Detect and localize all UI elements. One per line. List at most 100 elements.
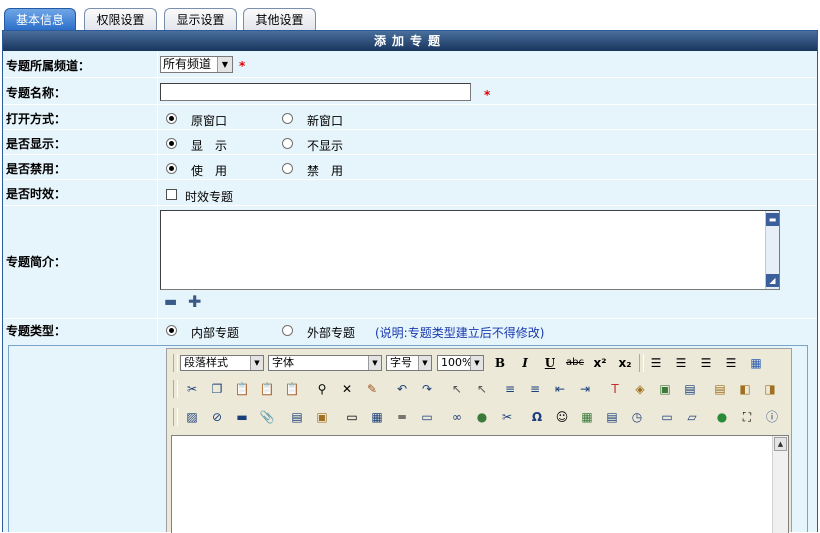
globe-icon[interactable]: ● — [711, 407, 733, 427]
display-show-label: 显 示 — [191, 139, 228, 153]
rich-text-editor: 段落样式 ▼ 字体 ▼ 字号 ▼ 100% ▼ B I U abc x² x₂ … — [166, 348, 792, 533]
type-external-radio[interactable] — [282, 325, 293, 336]
zoom-select[interactable]: 100% ▼ — [437, 355, 484, 371]
numbered-list-icon[interactable]: ≡ — [499, 379, 521, 399]
special-char-icon[interactable]: Ω — [526, 407, 548, 427]
tab-display-settings[interactable]: 显示设置 — [164, 8, 237, 30]
open-mode-original-radio[interactable] — [166, 113, 177, 124]
unlink-icon[interactable]: ✂ — [496, 407, 518, 427]
fullscreen-icon[interactable]: ⛶ — [736, 407, 758, 427]
layer-forward-icon[interactable]: ◧ — [734, 379, 756, 399]
disable-use-radio[interactable] — [166, 163, 177, 174]
timed-checkbox-label: 时效专题 — [185, 190, 234, 204]
paste-word-icon[interactable]: 📋 — [281, 379, 303, 399]
font-size-value: 字号 — [390, 356, 412, 369]
align-left-icon[interactable]: ☰ — [645, 353, 667, 373]
find-icon[interactable]: ⚲ — [311, 379, 333, 399]
subscript-icon[interactable]: x₂ — [614, 353, 636, 373]
editor-content-area[interactable]: ▲ — [171, 435, 789, 533]
toolbar-grip — [173, 380, 178, 398]
insert-link-icon[interactable]: ∞ — [446, 407, 468, 427]
insert-flash-icon[interactable]: ⊘ — [206, 407, 228, 427]
channel-select[interactable]: 所有频道 ▼ — [160, 56, 233, 73]
indent-icon[interactable]: ⇥ — [574, 379, 596, 399]
select-all-icon[interactable]: ↖ — [446, 379, 468, 399]
unselect-icon[interactable]: ↖ — [471, 379, 493, 399]
tab-basic-info[interactable]: 基本信息 — [4, 8, 76, 30]
collapse-icon[interactable]: ▬ — [766, 213, 779, 226]
shrink-textarea-icon[interactable]: ▬ — [164, 294, 177, 310]
insert-date-icon[interactable]: ▤ — [601, 407, 623, 427]
tab-label: 显示设置 — [176, 13, 225, 27]
font-select[interactable]: 字体 ▼ — [268, 355, 382, 371]
tab-label: 其他设置 — [255, 13, 304, 27]
paste-icon[interactable]: 📋 — [231, 379, 253, 399]
tab-other-settings[interactable]: 其他设置 — [243, 8, 316, 30]
underline-icon[interactable]: U — [539, 353, 561, 373]
align-justify-icon[interactable]: ☰ — [720, 353, 742, 373]
intro-label: 专题简介： — [6, 255, 67, 269]
table-menu-icon[interactable]: ▣ — [311, 407, 333, 427]
type-internal-radio[interactable] — [166, 325, 177, 336]
superscript-icon[interactable]: x² — [589, 353, 611, 373]
view-source-icon[interactable]: ▱ — [681, 407, 703, 427]
intro-scrollbar[interactable]: ▬ ◢ — [765, 211, 779, 289]
copy-icon[interactable]: ❐ — [206, 379, 228, 399]
paragraph-style-select[interactable]: 段落样式 ▼ — [180, 355, 264, 371]
align-center-icon[interactable]: ☰ — [670, 353, 692, 373]
disable-disable-radio[interactable] — [282, 163, 293, 174]
intro-textarea[interactable]: ▬ ◢ — [160, 210, 780, 290]
chevron-down-icon: ▼ — [250, 356, 263, 370]
align-right-icon[interactable]: ☰ — [695, 353, 717, 373]
name-input[interactable] — [160, 83, 471, 101]
paste-text-icon[interactable]: 📋 — [256, 379, 278, 399]
expand-textarea-icon[interactable]: ✚ — [188, 292, 201, 311]
display-hide-radio[interactable] — [282, 138, 293, 149]
insert-time-icon[interactable]: ◷ — [626, 407, 648, 427]
column-divider — [157, 78, 158, 104]
column-divider — [157, 155, 158, 179]
redo-icon[interactable]: ↷ — [416, 379, 438, 399]
undo-icon[interactable]: ↶ — [391, 379, 413, 399]
open-mode-new-radio[interactable] — [282, 113, 293, 124]
insert-anchor-icon[interactable]: ● — [471, 407, 493, 427]
display-show-radio[interactable] — [166, 138, 177, 149]
paragraph-icon[interactable]: ▭ — [656, 407, 678, 427]
info-icon[interactable]: ⓘ — [761, 407, 783, 427]
insert-excel-icon[interactable]: ▦ — [576, 407, 598, 427]
toolbar-grip — [173, 408, 178, 426]
font-size-select[interactable]: 字号 ▼ — [386, 355, 432, 371]
insert-marquee-icon[interactable]: ▭ — [416, 407, 438, 427]
absolute-position-icon[interactable]: ▤ — [679, 379, 701, 399]
outdent-icon[interactable]: ⇤ — [549, 379, 571, 399]
emoticon-icon[interactable]: ☺ — [551, 407, 573, 427]
layer-icon[interactable]: ▤ — [709, 379, 731, 399]
tab-permissions[interactable]: 权限设置 — [84, 8, 157, 30]
row-open-mode: 打开方式： 原窗口 新窗口 — [3, 105, 817, 130]
table-grid-icon[interactable]: ▦ — [745, 353, 767, 373]
clear-format-icon[interactable]: ✎ — [361, 379, 383, 399]
row-type: 专题类型： 内部专题 外部专题 (说明:专题类型建立后不得修改) — [3, 319, 817, 345]
layer-backward-icon[interactable]: ◨ — [759, 379, 781, 399]
resize-icon[interactable]: ◢ — [766, 274, 779, 287]
horizontal-rule-icon[interactable]: ═ — [391, 407, 413, 427]
bulleted-list-icon[interactable]: ≡ — [524, 379, 546, 399]
timed-checkbox[interactable] — [166, 189, 177, 200]
cut-icon[interactable]: ✂ — [181, 379, 203, 399]
editor-scrollbar[interactable]: ▲ — [772, 436, 788, 533]
strikethrough-icon[interactable]: abc — [564, 353, 586, 373]
required-marker: * — [484, 88, 491, 102]
scroll-up-icon[interactable]: ▲ — [774, 437, 787, 451]
text-color-icon[interactable]: T — [604, 379, 626, 399]
background-color-icon[interactable]: ◈ — [629, 379, 651, 399]
format-painter-icon[interactable]: ▣ — [654, 379, 676, 399]
insert-table-icon[interactable]: ▤ — [286, 407, 308, 427]
insert-attachment-icon[interactable]: 📎 — [256, 407, 278, 427]
insert-media-icon[interactable]: ▬ — [231, 407, 253, 427]
delete-icon[interactable]: ✕ — [336, 379, 358, 399]
bold-icon[interactable]: B — [489, 353, 511, 373]
insert-iframe-icon[interactable]: ▦ — [366, 407, 388, 427]
insert-image-icon[interactable]: ▨ — [181, 407, 203, 427]
italic-icon[interactable]: I — [514, 353, 536, 373]
insert-form-icon[interactable]: ▭ — [341, 407, 363, 427]
